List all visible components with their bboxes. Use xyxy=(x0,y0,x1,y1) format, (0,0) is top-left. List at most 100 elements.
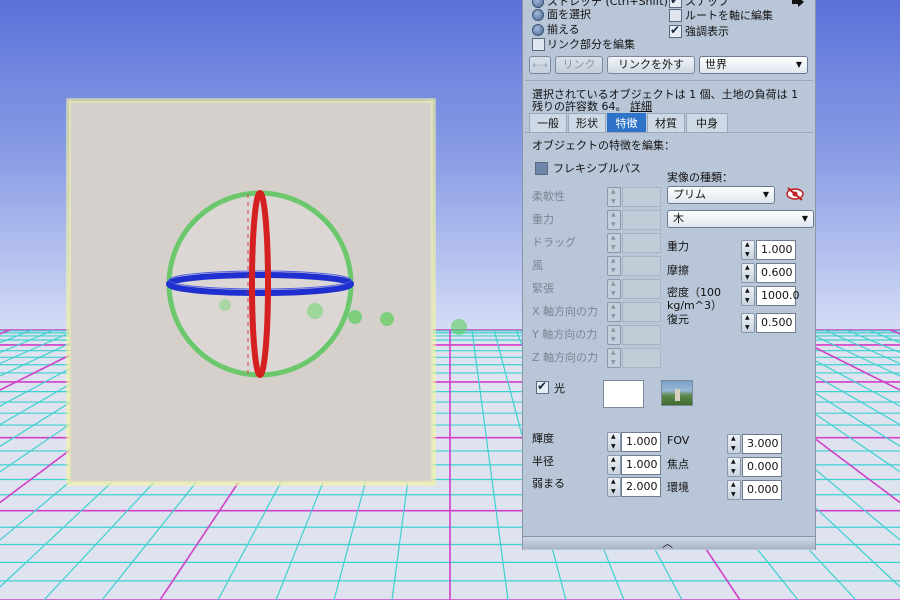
falloff-input[interactable]: 2.000 xyxy=(621,477,661,497)
section-title: オブジェクトの特徴を編集： xyxy=(532,139,675,152)
edit-linked-checkbox[interactable] xyxy=(532,38,545,51)
flex-field-label: 柔軟性 xyxy=(532,190,565,203)
flex-field-label: Z 軸方向の力 xyxy=(532,351,599,364)
flex-field-input[interactable] xyxy=(622,279,661,299)
stretch-label: ストレッチ (Ctrl+Shift) xyxy=(547,0,668,8)
friction-label: 摩擦 xyxy=(667,264,689,277)
arrow-right-icon[interactable] xyxy=(791,0,805,8)
gravity-stepper[interactable] xyxy=(741,240,755,260)
snap-checkbox[interactable] xyxy=(669,0,682,8)
flex-field-stepper[interactable] xyxy=(607,325,621,345)
flex-field-stepper[interactable] xyxy=(607,233,621,253)
ambiance-stepper[interactable] xyxy=(727,480,741,500)
flex-field-stepper[interactable] xyxy=(607,187,621,207)
light-checkbox[interactable] xyxy=(536,379,549,394)
highlight-checkbox[interactable] xyxy=(669,23,682,38)
chevron-up-icon: ︿ xyxy=(662,537,673,550)
edit-axis-root-checkbox[interactable] xyxy=(669,9,682,22)
friction-input[interactable]: 0.600 xyxy=(756,263,796,283)
restitution-label: 復元 xyxy=(667,313,689,326)
flex-field-stepper[interactable] xyxy=(607,348,621,368)
flex-field-label: ドラッグ xyxy=(532,236,576,249)
collapse-bar[interactable]: ︿ xyxy=(523,536,815,550)
tab-shape[interactable]: 形状 xyxy=(568,113,606,132)
density-input[interactable]: 1000.0 xyxy=(756,286,800,306)
divider xyxy=(525,80,813,81)
fov-stepper[interactable] xyxy=(727,434,741,454)
flex-field-input[interactable] xyxy=(622,256,661,276)
flexible-path-checkbox[interactable] xyxy=(535,162,548,175)
flex-field-stepper[interactable] xyxy=(607,302,621,322)
flex-field-input[interactable] xyxy=(622,187,661,207)
align-label: 揃える xyxy=(547,23,580,36)
density-stepper[interactable] xyxy=(741,286,755,306)
highlight-label: 強調表示 xyxy=(685,25,729,38)
ambiance-label: 環境 xyxy=(667,481,689,494)
density-label: 密度（100 kg/m^3） xyxy=(667,286,722,312)
physics-type-label: 実像の種類： xyxy=(667,171,733,184)
ruler-select-value: 世界 xyxy=(705,58,727,71)
particle-glow xyxy=(215,295,475,335)
flex-field-input[interactable] xyxy=(622,233,661,253)
physics-type-select[interactable]: プリム ▼ xyxy=(667,186,775,204)
focus-stepper[interactable] xyxy=(727,457,741,477)
intensity-label: 輝度 xyxy=(532,432,554,445)
flex-field-input[interactable] xyxy=(622,325,661,345)
restitution-input[interactable]: 0.500 xyxy=(756,313,796,333)
radius-input[interactable]: 1.000 xyxy=(621,455,661,475)
flex-field-stepper[interactable] xyxy=(607,210,621,230)
remaining-info-text: 残りの許容数 64。 xyxy=(532,100,627,113)
falloff-stepper[interactable] xyxy=(607,477,621,497)
edit-linked-label: リンク部分を編集 xyxy=(547,38,635,51)
restitution-stepper[interactable] xyxy=(741,313,755,333)
gravity-input[interactable]: 1.000 xyxy=(756,240,796,260)
tab-texture[interactable]: 材質 xyxy=(647,113,685,132)
flex-field-label: X 軸方向の力 xyxy=(532,305,599,318)
flex-field-input[interactable] xyxy=(622,348,661,368)
ambiance-input[interactable]: 0.000 xyxy=(742,480,782,500)
texture-thumbnail-icon xyxy=(675,389,680,401)
gravity-label: 重力 xyxy=(667,240,689,253)
flex-field-stepper[interactable] xyxy=(607,256,621,276)
select-face-radio[interactable] xyxy=(532,9,544,21)
link-nav-button[interactable]: ⇠⇢ xyxy=(529,56,551,74)
tab-divider xyxy=(525,132,813,133)
eye-crossed-icon[interactable] xyxy=(785,186,805,202)
light-label: 光 xyxy=(554,382,565,395)
light-texture-swatch[interactable] xyxy=(661,380,693,406)
align-radio[interactable] xyxy=(532,24,544,36)
prim-svg xyxy=(65,97,437,487)
physics-type-value: プリム xyxy=(673,188,706,201)
focus-input[interactable]: 0.000 xyxy=(742,457,782,477)
radius-stepper[interactable] xyxy=(607,455,621,475)
edit-axis-root-label: ルートを軸に編集 xyxy=(685,9,773,22)
material-select[interactable]: 木 ▼ xyxy=(667,210,814,228)
fov-input[interactable]: 3.000 xyxy=(742,434,782,454)
friction-stepper[interactable] xyxy=(741,263,755,283)
tab-general[interactable]: 一般 xyxy=(529,113,567,132)
unlink-button[interactable]: リンクを外す xyxy=(607,56,695,74)
flex-field-label: 重力 xyxy=(532,213,554,226)
flex-field-stepper[interactable] xyxy=(607,279,621,299)
flex-field-label: Y 軸方向の力 xyxy=(532,328,598,341)
ruler-select[interactable]: 世界 ▼ xyxy=(699,56,808,74)
intensity-stepper[interactable] xyxy=(607,432,621,452)
flex-field-input[interactable] xyxy=(622,302,661,322)
flexible-path-label: フレキシブルパス xyxy=(553,162,641,175)
tab-features[interactable]: 特徴 xyxy=(607,113,646,132)
radius-label: 半径 xyxy=(532,455,554,468)
details-link[interactable]: 詳細 xyxy=(630,100,652,113)
selected-prim[interactable] xyxy=(65,97,437,487)
material-value: 木 xyxy=(673,212,684,225)
light-color-swatch[interactable] xyxy=(603,380,644,408)
link-button[interactable]: リンク xyxy=(555,56,603,74)
select-face-label: 面を選択 xyxy=(547,8,591,21)
tab-content[interactable]: 中身 xyxy=(686,113,728,132)
flex-field-input[interactable] xyxy=(622,210,661,230)
chevron-down-icon: ▼ xyxy=(801,214,808,223)
falloff-label: 弱まる xyxy=(532,477,565,490)
flex-field-label: 緊張 xyxy=(532,282,554,295)
stretch-radio[interactable] xyxy=(532,0,544,8)
focus-label: 焦点 xyxy=(667,458,689,471)
intensity-input[interactable]: 1.000 xyxy=(621,432,661,452)
